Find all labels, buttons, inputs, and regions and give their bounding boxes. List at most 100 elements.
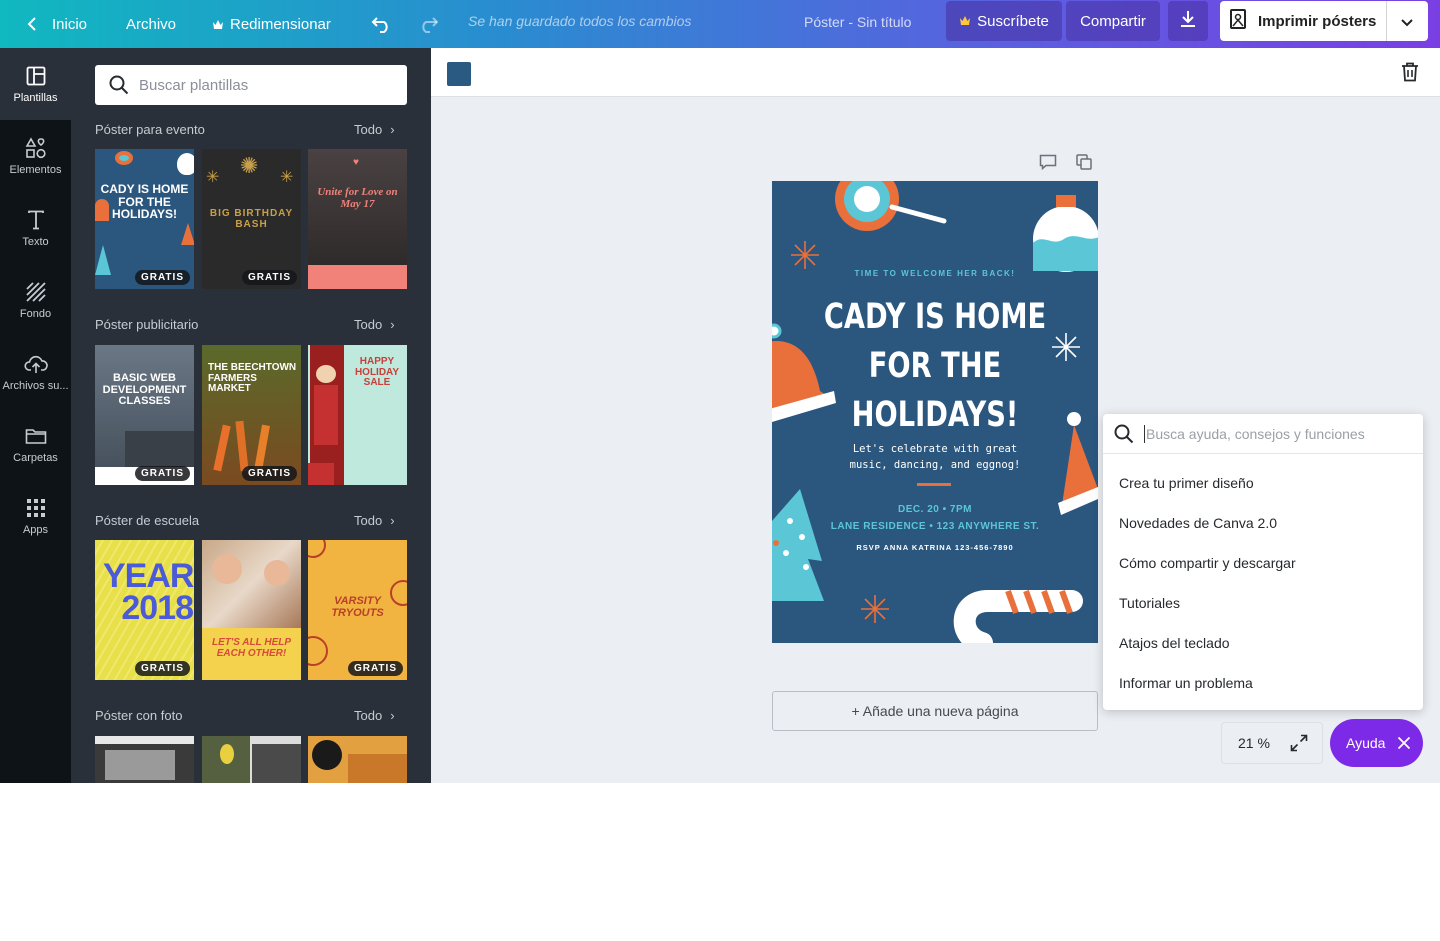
- rail-item-folders[interactable]: Carpetas: [0, 408, 71, 480]
- rail-item-background[interactable]: Fondo: [0, 264, 71, 336]
- zoom-level[interactable]: 21 %: [1238, 735, 1270, 751]
- undo-icon: [371, 15, 393, 33]
- print-posters-button[interactable]: Imprimir pósters: [1220, 1, 1428, 41]
- folder-icon: [25, 424, 47, 448]
- redo-button[interactable]: [417, 0, 439, 48]
- poster-rsvp[interactable]: RSVP ANNA KATRINA 123-456-7890: [772, 543, 1098, 552]
- download-icon: [1179, 10, 1197, 32]
- chevron-right-icon: ›: [390, 122, 395, 137]
- undo-button[interactable]: [371, 0, 393, 48]
- comment-icon: [1039, 154, 1057, 174]
- close-icon: [1397, 736, 1411, 750]
- copy-icon: [1076, 154, 1092, 174]
- see-all-link[interactable]: Todo ›: [354, 513, 395, 528]
- text-caret: [1144, 424, 1145, 443]
- poster-canvas[interactable]: TIME TO WELCOME HER BACK! CADY IS HOME F…: [772, 181, 1098, 643]
- chevron-right-icon: ›: [390, 317, 395, 332]
- download-button[interactable]: [1168, 1, 1208, 41]
- poster-title[interactable]: CADY IS HOME FOR THE HOLIDAYS!: [808, 293, 1062, 440]
- rail-item-text[interactable]: Texto: [0, 192, 71, 264]
- add-page-button[interactable]: + Añade una nueva página: [772, 691, 1098, 731]
- layout-icon: [26, 64, 46, 88]
- rail-item-templates[interactable]: Plantillas: [0, 48, 71, 120]
- section-title: Póster de escuela: [95, 513, 200, 528]
- top-bar: Inicio Archivo Redimensionar Se han guar…: [0, 0, 1440, 48]
- redo-icon: [417, 15, 439, 33]
- shapes-icon: [25, 136, 47, 160]
- template-search-input[interactable]: Buscar plantillas: [95, 65, 407, 105]
- duplicate-page-button[interactable]: [1076, 154, 1092, 175]
- add-comment-button[interactable]: [1039, 154, 1057, 175]
- chevron-left-icon: [26, 16, 38, 32]
- apps-icon: [26, 496, 45, 520]
- template-thumb[interactable]: [95, 736, 194, 783]
- free-badge: GRATIS: [134, 270, 190, 285]
- home-button[interactable]: Inicio: [26, 0, 87, 48]
- crown-icon: [959, 13, 971, 30]
- poster-print-icon: [1230, 9, 1246, 33]
- help-item[interactable]: Atajos del teclado: [1119, 635, 1230, 651]
- section-title: Póster con foto: [95, 708, 183, 723]
- help-item[interactable]: Tutoriales: [1119, 595, 1180, 611]
- free-badge: GRATIS: [241, 466, 297, 481]
- upload-icon: [23, 352, 48, 376]
- template-thumb[interactable]: [308, 736, 407, 783]
- chevron-right-icon: ›: [390, 708, 395, 723]
- poster-date-location[interactable]: DEC. 20 • 7PM LANE RESIDENCE • 123 ANYWH…: [772, 501, 1098, 535]
- trash-icon: [1401, 62, 1419, 86]
- fullscreen-icon[interactable]: [1290, 734, 1308, 752]
- help-item[interactable]: Crea tu primer diseño: [1119, 475, 1254, 491]
- chevron-right-icon: ›: [390, 513, 395, 528]
- templates-panel: Buscar plantillas Póster para evento Tod…: [71, 48, 431, 783]
- poster-body-text[interactable]: Let's celebrate with great music, dancin…: [772, 441, 1098, 473]
- poster-subtitle[interactable]: TIME TO WELCOME HER BACK!: [772, 269, 1098, 278]
- background-icon: [25, 280, 46, 304]
- search-icon: [1114, 424, 1134, 444]
- rail-item-apps[interactable]: Apps: [0, 480, 71, 552]
- template-thumb[interactable]: [202, 736, 301, 783]
- resize-button[interactable]: Redimensionar: [212, 0, 331, 48]
- template-thumb[interactable]: VARSITY TRYOUTS GRATIS: [308, 540, 407, 680]
- help-button[interactable]: Ayuda: [1330, 719, 1423, 767]
- see-all-link[interactable]: Todo ›: [354, 708, 395, 723]
- chevron-down-icon[interactable]: [1400, 15, 1414, 32]
- free-badge: GRATIS: [241, 270, 297, 285]
- free-badge: GRATIS: [134, 661, 190, 676]
- search-icon: [109, 75, 129, 95]
- file-menu[interactable]: Archivo: [126, 0, 176, 48]
- rail-item-elements[interactable]: Elementos: [0, 120, 71, 192]
- poster-divider: [917, 483, 951, 486]
- text-icon: [27, 208, 45, 232]
- free-badge: GRATIS: [134, 466, 190, 481]
- crown-icon: [212, 19, 224, 30]
- background-color-swatch[interactable]: [447, 62, 471, 86]
- rail-item-uploads[interactable]: Archivos su...: [0, 336, 71, 408]
- see-all-link[interactable]: Todo ›: [354, 122, 395, 137]
- template-thumb[interactable]: LET'S ALL HELP EACH OTHER!: [202, 540, 301, 680]
- subscribe-button[interactable]: Suscríbete: [946, 1, 1062, 41]
- help-search-input[interactable]: Busca ayuda, consejos y funciones: [1103, 414, 1423, 454]
- template-thumb[interactable]: HAPPY HOLIDAY SALE: [308, 345, 407, 485]
- section-title: Póster para evento: [95, 122, 205, 137]
- template-thumb[interactable]: ✺ ✳ ✳ BIG BIRTHDAY BASH GRATIS: [202, 149, 301, 289]
- save-status: Se han guardado todos los cambios: [468, 13, 692, 29]
- app-window: Inicio Archivo Redimensionar Se han guar…: [0, 0, 1440, 783]
- template-thumb[interactable]: ♥ Unite for Love on May 17: [308, 149, 407, 289]
- share-button[interactable]: Compartir: [1066, 1, 1160, 41]
- template-thumb[interactable]: YEAR 2018 GRATIS: [95, 540, 194, 680]
- see-all-link[interactable]: Todo ›: [354, 317, 395, 332]
- editor-area: TIME TO WELCOME HER BACK! CADY IS HOME F…: [431, 48, 1440, 783]
- document-title[interactable]: Póster - Sin título: [804, 14, 911, 30]
- left-rail: Plantillas Elementos Texto Fondo Archivo…: [0, 48, 71, 783]
- template-thumb[interactable]: CADY IS HOME FOR THE HOLIDAYS! GRATIS: [95, 149, 194, 289]
- template-thumb[interactable]: THE BEECHTOWN FARMERS MARKET GRATIS: [202, 345, 301, 485]
- help-item[interactable]: Cómo compartir y descargar: [1119, 555, 1296, 571]
- template-thumb[interactable]: BASIC WEB DEVELOPMENT CLASSES GRATIS: [95, 345, 194, 485]
- help-item[interactable]: Informar un problema: [1119, 675, 1253, 691]
- help-popup: Busca ayuda, consejos y funciones Crea t…: [1103, 414, 1423, 710]
- free-badge: GRATIS: [347, 661, 403, 676]
- zoom-control[interactable]: 21 %: [1221, 722, 1323, 764]
- help-item[interactable]: Novedades de Canva 2.0: [1119, 515, 1277, 531]
- section-title: Póster publicitario: [95, 317, 199, 332]
- delete-button[interactable]: [1401, 62, 1419, 87]
